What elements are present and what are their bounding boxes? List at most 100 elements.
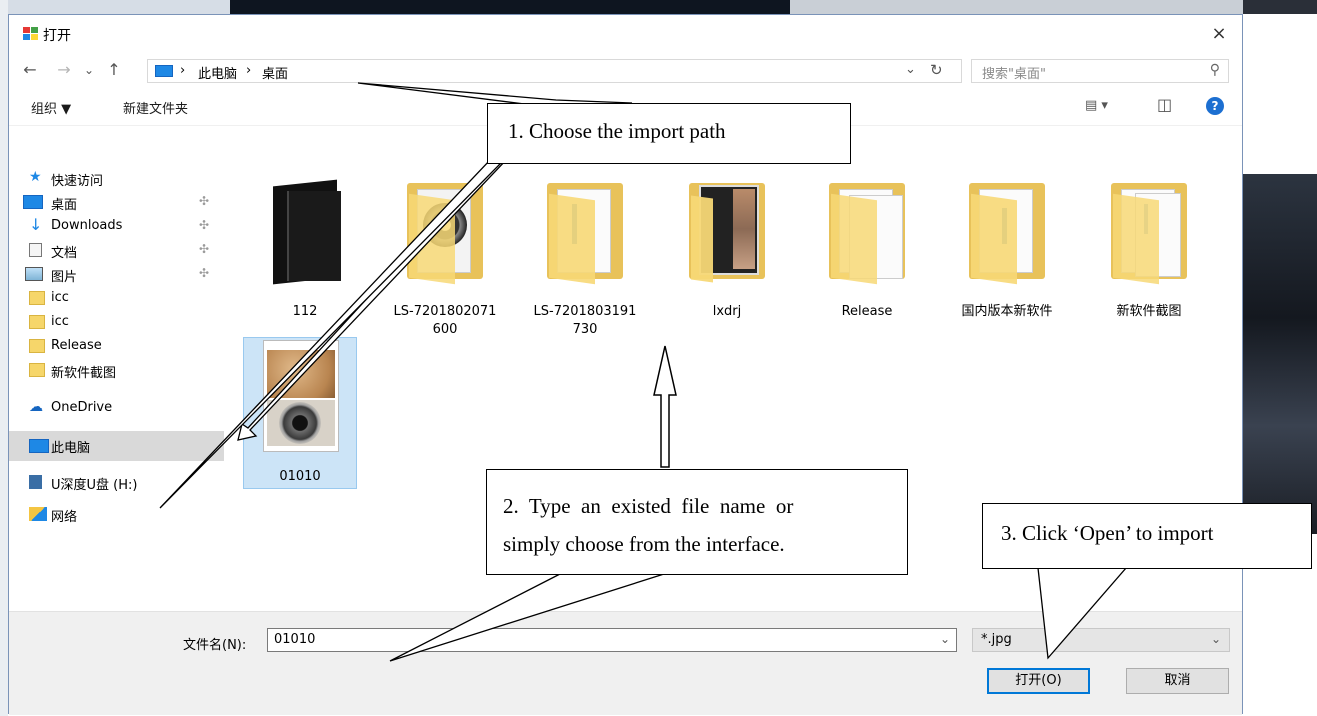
sidebar-item-label: 桌面 [51,198,78,213]
chevron-down-icon[interactable]: ⌄ [940,632,950,646]
folder-icon [689,175,765,287]
desktop-background-left [0,0,8,716]
open-button[interactable]: 打开(O) [987,668,1090,694]
back-arrow-icon[interactable]: ← [19,59,41,81]
sidebar-item-label: icc [51,290,69,305]
file-name: LS-7201802071 600 [393,304,497,337]
folder-icon [547,175,623,287]
pin-icon[interactable]: ✣ [199,266,209,280]
image-thumbnail [263,340,339,452]
sidebar-item-network[interactable]: 网络 [21,503,221,527]
computer-icon [155,65,173,77]
callout-step-2: 2. Type an existed file name or simply c… [486,469,908,575]
sidebar-item-label: 此电脑 [51,441,91,456]
organize-menu[interactable]: 组织 ▼ [31,98,71,117]
sidebar-item-label: 新软件截图 [51,366,117,381]
breadcrumb-desktop[interactable]: 桌面 [262,63,288,82]
sidebar-item-label: 网络 [51,510,78,525]
file-name: lxdrj [712,304,742,319]
sidebar-item-usb-drive[interactable]: U深度U盘 (H:) [21,471,221,495]
picture-icon [25,267,43,281]
preview-pane-icon[interactable]: ◫ [1157,95,1172,114]
title-bar: 打开 × [9,15,1242,53]
pin-icon[interactable]: ✣ [199,242,209,256]
navigation-pane: ★ 快速访问 桌面 ✣ ↓ Downloads ✣ 文档 ✣ 图片 ✣ icc … [9,161,224,611]
folder-icon [1111,175,1187,287]
view-options-icon[interactable]: ▤ ▾ [1085,98,1108,113]
document-icon [29,243,42,257]
callout-step-2-line-1: 2. Type an existed file name or [503,494,794,518]
cloud-icon: ☁ [29,399,43,415]
sidebar-item-label: 快速访问 [51,174,104,189]
folder-icon [267,175,343,287]
folder-icon [29,363,45,377]
forward-arrow-icon[interactable]: → [53,59,75,81]
window-title: 打开 [43,28,71,44]
sidebar-item-pictures[interactable]: 图片 ✣ [21,263,221,287]
sidebar-item-documents[interactable]: 文档 ✣ [21,239,221,263]
sidebar-item-icc[interactable]: icc [21,287,221,311]
star-icon: ★ [29,169,42,185]
file-item-112[interactable]: 112 [249,175,361,325]
sidebar-item-release[interactable]: Release [21,335,221,359]
folder-icon [29,315,45,329]
filename-input[interactable]: 01010 ⌄ [267,628,957,652]
file-item-01010[interactable]: 01010 [243,337,357,489]
file-type-value: *.jpg [981,632,1012,647]
usb-drive-icon [29,475,42,489]
breadcrumb-separator: › [246,63,252,78]
folder-icon [969,175,1045,287]
file-item-software-screenshots[interactable]: 新软件截图 [1093,175,1205,325]
address-bar[interactable]: › 此电脑 › 桌面 ⌄ ↻ [147,59,962,83]
refresh-icon[interactable]: ↻ [930,61,943,79]
address-dropdown-icon[interactable]: ⌄ [905,62,916,77]
file-name: LS-7201803191 730 [533,304,637,337]
folder-icon [29,339,45,353]
new-folder-button[interactable]: 新建文件夹 [123,98,188,117]
download-arrow-icon: ↓ [29,215,43,234]
callout-step-1: 1. Choose the import path [487,103,851,164]
file-item-ls-7201802071600[interactable]: LS-7201802071 600 [389,175,501,337]
sidebar-item-quick-access[interactable]: ★ 快速访问 [21,167,221,191]
sidebar-item-label: OneDrive [51,400,113,415]
file-item-domestic-software[interactable]: 国内版本新软件 [951,175,1063,325]
sidebar-item-this-pc[interactable]: 此电脑 [9,431,224,461]
pin-icon[interactable]: ✣ [199,194,209,208]
sidebar-item-screenshots[interactable]: 新软件截图 [21,359,221,383]
search-placeholder: 搜索"桌面" [982,67,1046,82]
sidebar-item-label: 图片 [51,270,78,285]
file-item-release[interactable]: Release [811,175,923,325]
callout-step-2-line-2: simply choose from the interface. [503,532,785,556]
chevron-down-icon[interactable]: ⌄ [1211,632,1221,646]
sidebar-item-onedrive[interactable]: ☁ OneDrive [21,397,221,421]
sidebar-item-label: icc [51,314,69,329]
file-name: Release [841,304,893,319]
sidebar-item-label: U深度U盘 (H:) [51,478,138,493]
computer-icon [29,439,49,453]
desktop-icon [23,195,43,209]
screenshot-stage: 打开 × ← → ⌄ ↑ › 此电脑 › 桌面 ⌄ ↻ 搜索"桌面" ⚲ 组织 … [0,0,1317,716]
pin-icon[interactable]: ✣ [199,218,209,232]
recent-locations-icon[interactable]: ⌄ [81,59,97,81]
search-icon[interactable]: ⚲ [1210,62,1220,78]
file-item-ls-7201803191730[interactable]: LS-7201803191 730 [529,175,641,337]
sidebar-item-icc[interactable]: icc [21,311,221,335]
up-arrow-icon[interactable]: ↑ [103,59,125,81]
sidebar-item-label: Downloads [51,218,123,233]
sidebar-item-desktop[interactable]: 桌面 ✣ [21,191,221,215]
file-type-select[interactable]: *.jpg ⌄ [972,628,1230,652]
folder-icon [407,175,483,287]
sidebar-item-downloads[interactable]: ↓ Downloads ✣ [21,215,221,239]
callout-step-3-text: 3. Click ‘Open’ to import [1001,521,1214,545]
filename-label: 文件名(N): [183,638,247,653]
file-name: 01010 [279,469,321,484]
file-name: 112 [292,304,318,319]
file-item-lxdrj[interactable]: lxdrj [671,175,783,325]
search-input[interactable]: 搜索"桌面" ⚲ [971,59,1229,83]
help-icon[interactable]: ? [1206,97,1224,115]
close-button[interactable]: × [1196,15,1242,53]
callout-step-1-text: 1. Choose the import path [508,119,726,143]
breadcrumb-this-pc[interactable]: 此电脑 [198,63,237,82]
cancel-button[interactable]: 取消 [1126,668,1229,694]
navigation-bar: ← → ⌄ ↑ › 此电脑 › 桌面 ⌄ ↻ 搜索"桌面" ⚲ [9,53,1242,87]
